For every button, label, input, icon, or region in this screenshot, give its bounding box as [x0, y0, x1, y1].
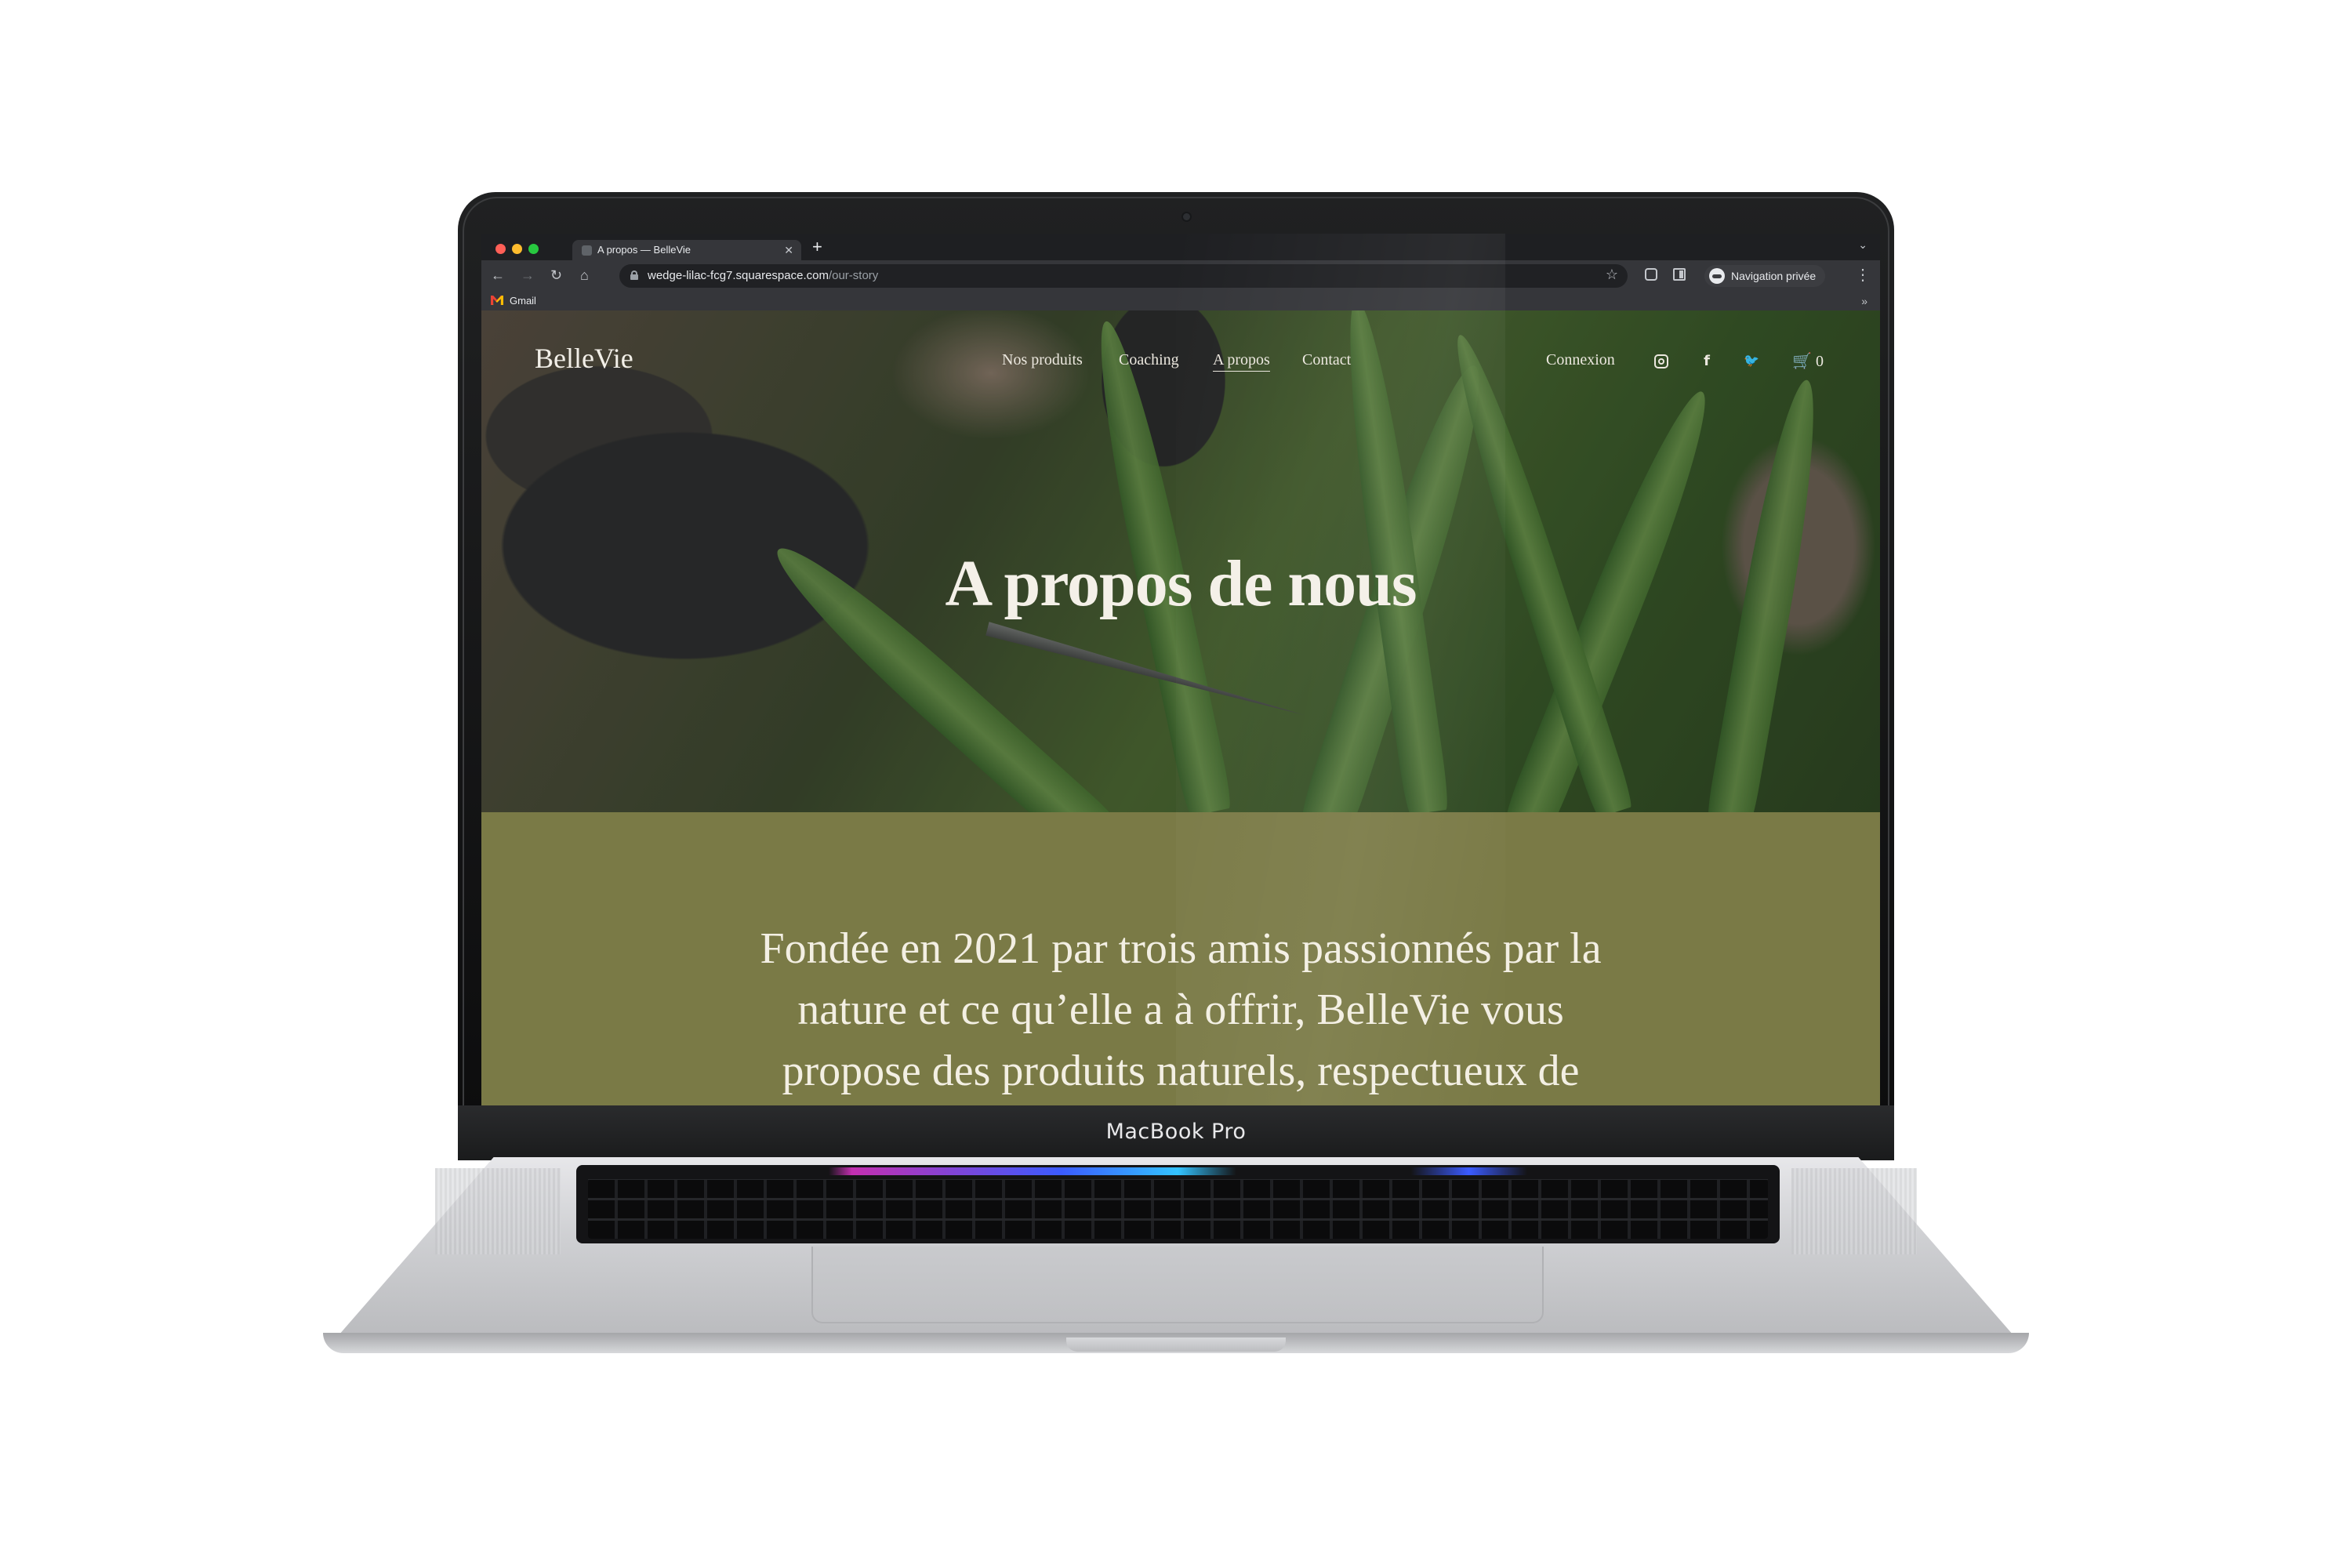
- side-panel-icon[interactable]: [1673, 268, 1686, 281]
- story-paragraph: Fondée en 2021 par trois amis passionnés…: [740, 918, 1621, 1102]
- lid-notch: [1066, 1338, 1286, 1352]
- browser-tab-bar: A propos — BelleVie ✕ + ⌄: [481, 234, 1880, 260]
- keyboard-keys: [588, 1179, 1768, 1239]
- nav-item-nos-produits[interactable]: Nos produits: [1002, 351, 1083, 369]
- left-speaker-grille: [435, 1168, 561, 1254]
- story-line: propose des produits naturels, respectue…: [782, 1047, 1580, 1095]
- browser-tab-active[interactable]: A propos — BelleVie ✕: [572, 240, 801, 260]
- bookmark-gmail[interactable]: Gmail: [510, 292, 536, 310]
- right-speaker-grille: [1791, 1168, 1917, 1254]
- instagram-icon[interactable]: [1654, 354, 1668, 368]
- reload-icon[interactable]: ↻: [550, 267, 562, 283]
- trackpad: [811, 1247, 1544, 1323]
- touch-bar: [596, 1167, 1760, 1175]
- site-logo[interactable]: BelleVie: [535, 342, 633, 375]
- incognito-profile-chip[interactable]: Navigation privée: [1704, 265, 1826, 287]
- bookmark-star-icon[interactable]: ☆: [1606, 267, 1618, 283]
- window-controls: [495, 244, 545, 255]
- tab-search-chevron-icon[interactable]: ⌄: [1858, 238, 1867, 252]
- address-url[interactable]: wedge-lilac-fcg7.squarespace.com/our-sto…: [648, 264, 878, 288]
- browser-menu-icon[interactable]: ⋮: [1855, 265, 1871, 285]
- close-window-button[interactable]: [495, 244, 506, 254]
- bookmarks-bar: Gmail »: [481, 292, 1880, 311]
- extension-icon[interactable]: [1645, 268, 1657, 281]
- url-host: wedge-lilac-fcg7.squarespace.com: [648, 269, 829, 282]
- web-page: BelleVie Nos produits Coaching A propos …: [481, 310, 1880, 1120]
- twitter-icon[interactable]: 🐦: [1744, 354, 1759, 368]
- story-line: Fondée en 2021 par trois amis passionnés…: [760, 924, 1602, 973]
- back-arrow-icon[interactable]: ←: [491, 267, 505, 283]
- nav-item-contact[interactable]: Contact: [1302, 351, 1351, 369]
- browser-toolbar: ← → ↻ ⌂ wedge-lilac-fcg7.squarespace.com…: [481, 260, 1880, 292]
- nav-item-a-propos[interactable]: A propos: [1213, 351, 1270, 372]
- story-line: nature et ce qu’elle a à offrir, BelleVi…: [797, 985, 1564, 1034]
- close-icon[interactable]: ✕: [784, 240, 793, 260]
- cart-icon[interactable]: 🛒: [1792, 354, 1812, 369]
- site-favicon-icon: [582, 245, 592, 256]
- lock-icon: [630, 270, 638, 280]
- minimize-window-button[interactable]: [512, 244, 522, 254]
- facebook-icon[interactable]: f: [1700, 354, 1714, 368]
- incognito-icon: [1709, 268, 1725, 284]
- url-path: /our-story: [828, 269, 879, 282]
- home-icon[interactable]: ⌂: [580, 267, 589, 283]
- address-bar[interactable]: wedge-lilac-fcg7.squarespace.com/our-sto…: [619, 264, 1628, 288]
- story-section: Fondée en 2021 par trois amis passionnés…: [481, 812, 1880, 1120]
- bookmarks-overflow-button[interactable]: »: [1861, 292, 1867, 310]
- laptop-screen: A propos — BelleVie ✕ + ⌄ ← → ↻ ⌂ wedge-…: [481, 234, 1880, 1120]
- new-tab-button[interactable]: +: [812, 237, 822, 257]
- site-header: BelleVie Nos produits Coaching A propos …: [481, 310, 1880, 381]
- nav-item-coaching[interactable]: Coaching: [1119, 351, 1179, 369]
- hero-banner: BelleVie Nos produits Coaching A propos …: [481, 310, 1880, 812]
- webcam: [1183, 213, 1190, 220]
- maximize-window-button[interactable]: [528, 244, 539, 254]
- model-label: MacBook Pro: [1105, 1120, 1247, 1144]
- login-link[interactable]: Connexion: [1546, 351, 1615, 369]
- page-title: A propos de nous: [945, 547, 1417, 620]
- forward-arrow-icon[interactable]: →: [521, 267, 535, 283]
- tab-title: A propos — BelleVie: [597, 244, 691, 256]
- gmail-icon: [491, 296, 503, 305]
- profile-label: Navigation privée: [1731, 270, 1817, 282]
- cart-count[interactable]: 0: [1816, 353, 1824, 371]
